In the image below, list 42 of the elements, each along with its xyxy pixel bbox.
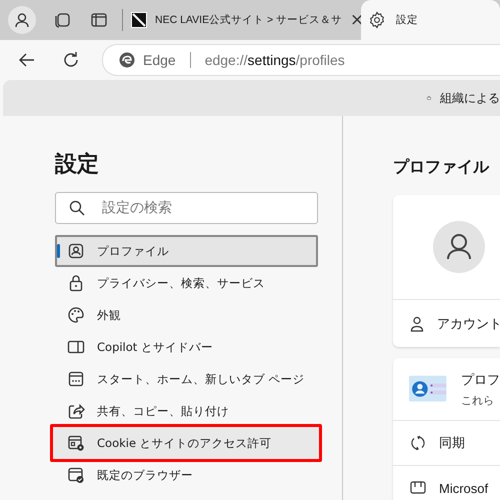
tab-actions-icon[interactable]	[90, 11, 108, 29]
person-icon	[409, 316, 425, 332]
settings-nav-item[interactable]: 外観	[55, 299, 318, 331]
site-favicon-icon	[131, 12, 147, 28]
site-label: Edge	[143, 52, 176, 68]
managed-notice: 組織による	[440, 90, 500, 106]
avatar-icon	[433, 221, 485, 273]
settings-nav-item[interactable]: スタート、ホーム、新しいタブ ページ	[55, 363, 318, 395]
tab-title: NEC LAVIE公式サイト > サービス＆サ	[155, 13, 342, 27]
home-icon	[67, 370, 85, 388]
gear-icon	[368, 11, 386, 29]
tab-title: 設定	[396, 13, 419, 27]
search-field[interactable]: 設定の検索	[55, 192, 318, 224]
browser-icon	[67, 466, 85, 484]
collections-icon[interactable]	[53, 11, 71, 29]
browser-tab[interactable]: 設定	[361, 0, 500, 40]
settings-row-label: 同期	[439, 434, 465, 452]
sidebar-icon	[67, 338, 85, 356]
person-icon	[14, 12, 30, 28]
settings-nav-item[interactable]: プロファイル	[55, 235, 318, 267]
settings-nav-item[interactable]: 共有、コピー、貼り付け	[55, 395, 318, 427]
promo-title: プロフ	[461, 372, 500, 388]
settings-nav-item[interactable]: プライバシー、検索、サービス	[55, 267, 318, 299]
profile-button[interactable]	[8, 6, 36, 34]
sync-icon	[409, 434, 427, 452]
profile-heading: プロファイル	[393, 156, 490, 178]
promo-subtitle: これら	[461, 392, 495, 408]
cookie-icon	[67, 434, 85, 452]
address-field[interactable]: Edge edge://settings/profiles	[102, 44, 500, 76]
settings-nav-item[interactable]: Copilot とサイドバー	[55, 331, 318, 363]
edge-logo-icon	[119, 52, 135, 68]
account-label: アカウント	[437, 314, 500, 332]
profile-icon	[67, 242, 85, 260]
palette-icon	[67, 306, 85, 324]
lock-icon	[67, 274, 85, 292]
settings-heading: 設定	[55, 151, 100, 179]
settings-row-label: Microsof	[439, 480, 488, 496]
search-icon	[69, 200, 85, 216]
settings-nav-item[interactable]: 既定のブラウザー	[55, 459, 318, 491]
share-icon	[67, 402, 85, 420]
url-text: edge://settings/profiles	[204, 52, 345, 68]
settings-nav-item[interactable]: Cookie とサイトのアクセス許可	[50, 424, 322, 462]
